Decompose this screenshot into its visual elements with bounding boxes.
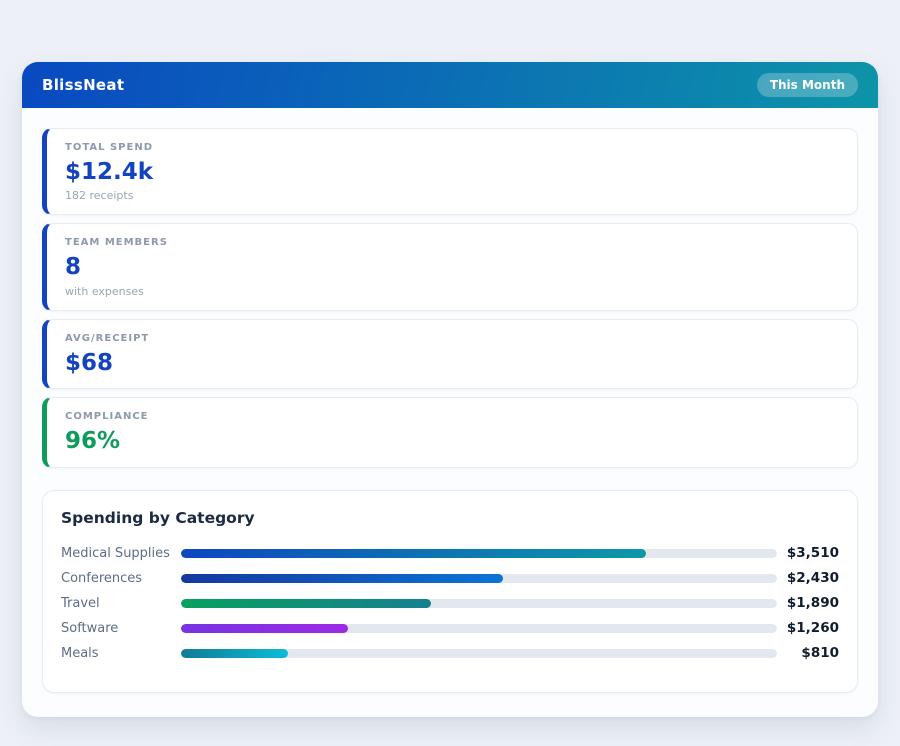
stat-value: 96% xyxy=(65,428,839,454)
stat-label: AVG/RECEIPT xyxy=(65,333,839,344)
stat-value: $12.4k xyxy=(65,159,839,185)
category-row-travel: Travel $1,890 xyxy=(61,591,839,616)
category-label: Travel xyxy=(61,596,181,611)
category-label: Medical Supplies xyxy=(61,546,181,561)
spending-by-category-card: Spending by Category Medical Supplies $3… xyxy=(42,490,858,693)
bar-fill xyxy=(181,624,348,633)
category-value: $1,260 xyxy=(777,620,839,636)
stat-value: $68 xyxy=(65,350,839,376)
bar-fill xyxy=(181,574,503,583)
card-body: TOTAL SPEND $12.4k 182 receipts TEAM MEM… xyxy=(22,108,878,717)
category-value: $2,430 xyxy=(777,570,839,586)
stat-card-total-spend: TOTAL SPEND $12.4k 182 receipts xyxy=(42,128,858,215)
stat-card-compliance: COMPLIANCE 96% xyxy=(42,397,858,467)
category-label: Software xyxy=(61,621,181,636)
bar-fill xyxy=(181,649,288,658)
bar-fill xyxy=(181,549,646,558)
category-row-medical-supplies: Medical Supplies $3,510 xyxy=(61,541,839,566)
bar-track xyxy=(181,649,777,658)
section-title: Spending by Category xyxy=(61,509,839,527)
stat-caption: with expenses xyxy=(65,285,839,298)
category-row-meals: Meals $810 xyxy=(61,641,839,666)
category-value: $3,510 xyxy=(777,545,839,561)
bar-track xyxy=(181,599,777,608)
stat-card-avg-receipt: AVG/RECEIPT $68 xyxy=(42,319,858,389)
category-row-conferences: Conferences $2,430 xyxy=(61,566,839,591)
category-label: Conferences xyxy=(61,571,181,586)
stat-value: 8 xyxy=(65,254,839,280)
stat-label: COMPLIANCE xyxy=(65,411,839,422)
category-label: Meals xyxy=(61,646,181,661)
dashboard-card: BlissNeat This Month TOTAL SPEND $12.4k … xyxy=(22,62,878,717)
category-value: $1,890 xyxy=(777,595,839,611)
stat-card-team-members: TEAM MEMBERS 8 with expenses xyxy=(42,223,858,310)
category-value: $810 xyxy=(777,645,839,661)
bar-track xyxy=(181,549,777,558)
card-header: BlissNeat This Month xyxy=(22,62,878,108)
stats-stack: TOTAL SPEND $12.4k 182 receipts TEAM MEM… xyxy=(42,128,858,468)
app-title: BlissNeat xyxy=(42,76,124,94)
stat-label: TOTAL SPEND xyxy=(65,142,839,153)
bar-track xyxy=(181,624,777,633)
period-badge[interactable]: This Month xyxy=(757,73,858,97)
stat-caption: 182 receipts xyxy=(65,189,839,202)
category-row-software: Software $1,260 xyxy=(61,616,839,641)
bar-track xyxy=(181,574,777,583)
bar-fill xyxy=(181,599,431,608)
stat-label: TEAM MEMBERS xyxy=(65,237,839,248)
